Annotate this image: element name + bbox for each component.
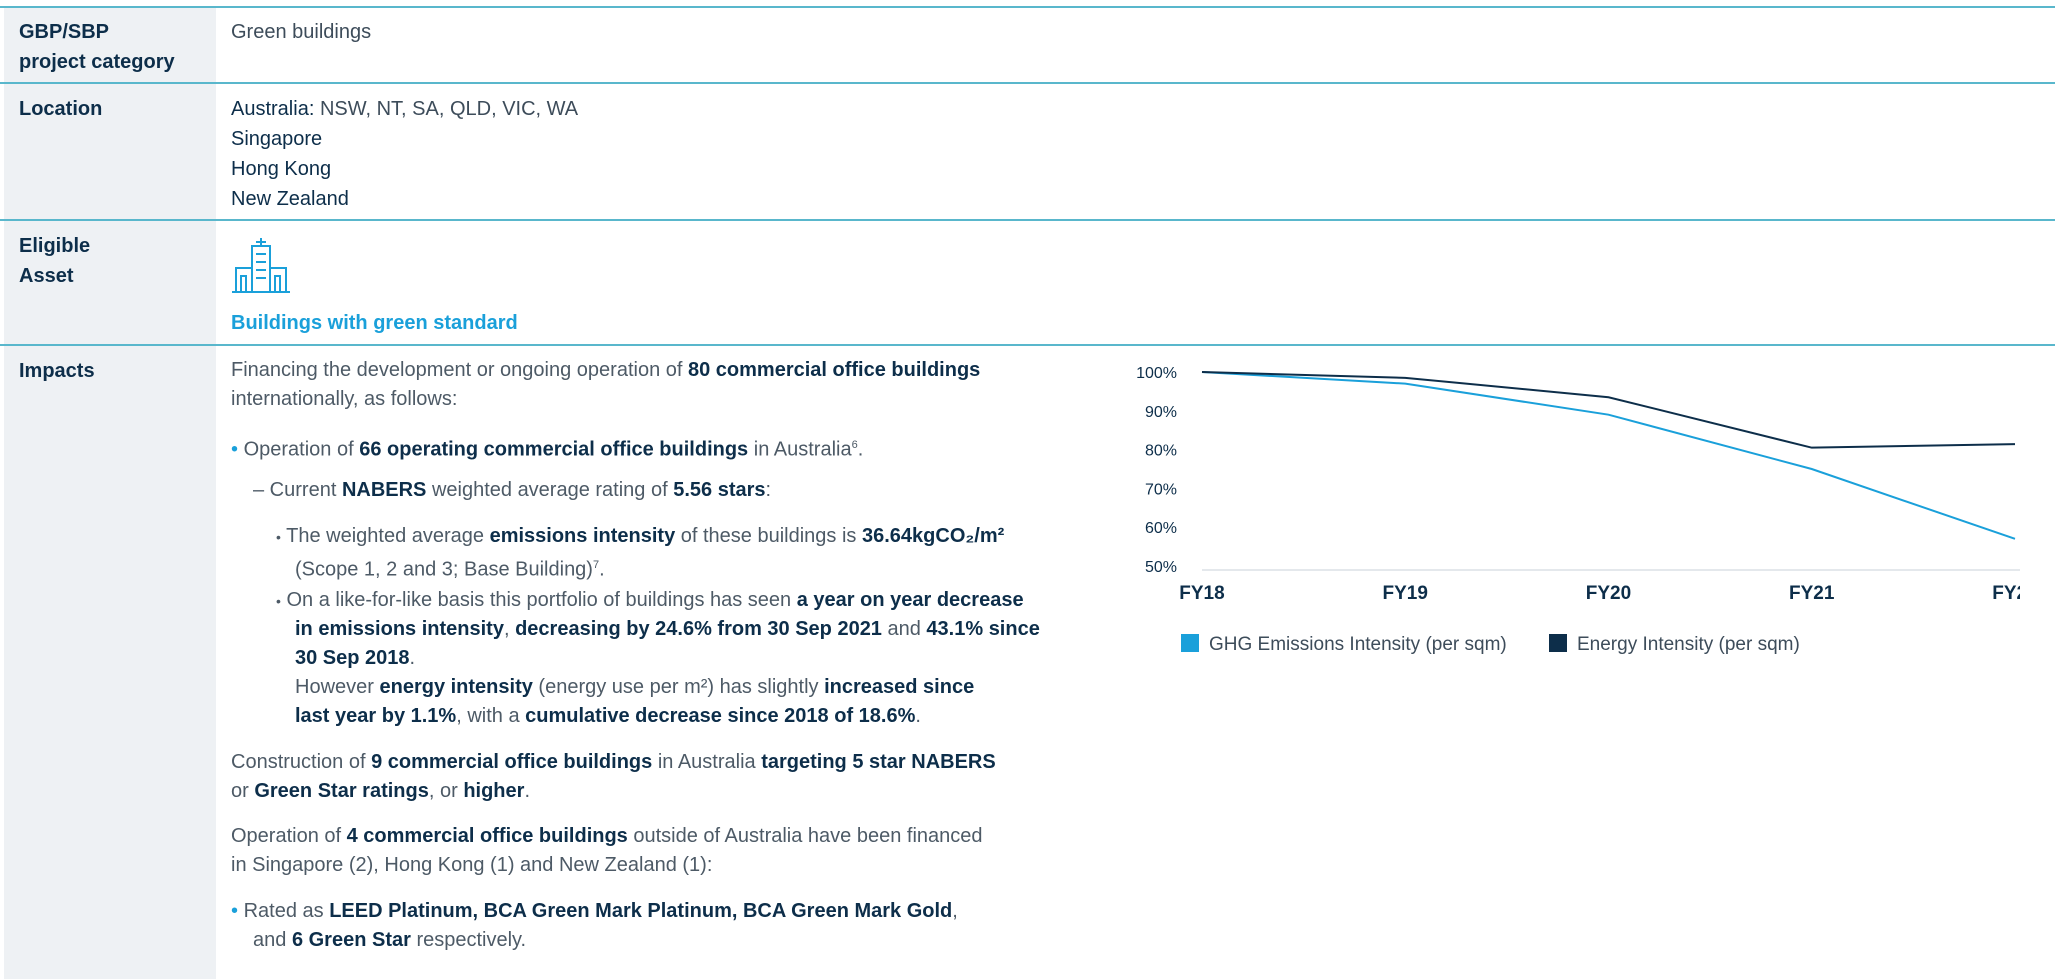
series-lines xyxy=(1201,371,2016,540)
construction-line2: or Green Star ratings, or higher. xyxy=(231,780,530,802)
construction-line1: Construction of 9 commercial office buil… xyxy=(231,751,996,773)
sub-bullet-like-for-like-line1: • On a like-for-like basis this portfoli… xyxy=(276,589,1024,611)
row-divider xyxy=(0,344,2055,346)
row-divider xyxy=(0,82,2055,84)
location-value: Australia: NSW, NT, SA, QLD, VIC, WA Sin… xyxy=(231,94,578,214)
energy-intensity-line xyxy=(1201,371,2016,449)
y-tick-label: 90% xyxy=(1145,404,1177,421)
asset-label-line2: Asset xyxy=(19,265,74,287)
green-buildings-table: GBP/SBP project category Green buildings… xyxy=(0,0,2055,979)
asset-title: Buildings with green standard xyxy=(231,312,518,334)
label-cell-impacts xyxy=(4,346,216,979)
row-divider xyxy=(0,219,2055,221)
category-label-line1: GBP/SBP xyxy=(19,21,110,43)
x-tick-label: FY18 xyxy=(1179,583,1224,604)
australia-states: NSW, NT, SA, QLD, VIC, WA xyxy=(319,98,579,120)
x-tick-label: FY19 xyxy=(1383,583,1428,604)
overseas-line2: in Singapore (2), Hong Kong (1) and New … xyxy=(231,854,713,876)
location-australia: Australia: NSW, NT, SA, QLD, VIC, WA xyxy=(231,94,578,124)
asset-label-line1: Eligible xyxy=(19,235,91,257)
x-axis-ticks: FY18 FY19 FY20 FY21 FY22 xyxy=(1179,583,2020,604)
ratings-line1: • Rated as LEED Platinum, BCA Green Mark… xyxy=(231,900,958,922)
y-tick-label: 80% xyxy=(1145,443,1177,460)
australia-prefix: Australia: xyxy=(231,98,315,120)
legend-ghg: GHG Emissions Intensity (per sqm) xyxy=(1181,634,1507,656)
location-hong-kong: Hong Kong xyxy=(231,158,332,180)
impacts-label: Impacts xyxy=(19,360,95,382)
sub-bullet-emissions-line2: (Scope 1, 2 and 3; Base Building)7. xyxy=(295,558,605,581)
location-singapore: Singapore xyxy=(231,128,323,150)
sub-bullet-energy-line1: However energy intensity (energy use per… xyxy=(295,676,975,698)
legend-energy: Energy Intensity (per sqm) xyxy=(1549,634,1800,656)
row-divider xyxy=(0,6,2055,8)
legend-swatch-ghg xyxy=(1181,634,1199,652)
y-tick-label: 70% xyxy=(1145,481,1177,498)
sub-bullet-like-for-like-line3: 30 Sep 2018. xyxy=(295,647,416,669)
sub-bullet-energy-line2: last year by 1.1%, with a cumulative dec… xyxy=(295,705,921,727)
category-label-line2: project category xyxy=(19,51,175,73)
y-tick-label: 100% xyxy=(1136,365,1177,382)
dash-nabers: – Current NABERS weighted average rating… xyxy=(253,479,772,501)
ratings-line2: and 6 Green Star respectively. xyxy=(253,929,527,951)
sub-bullet-like-for-like-line2: in emissions intensity, decreasing by 24… xyxy=(295,618,1040,640)
impacts-para1-line1: Financing the development or ongoing ope… xyxy=(231,359,981,381)
overseas-line1: Operation of 4 commercial office buildin… xyxy=(231,825,983,847)
y-tick-label: 50% xyxy=(1145,559,1177,576)
x-tick-label: FY22 xyxy=(1992,583,2020,604)
asset-label: Eligible Asset xyxy=(19,231,90,291)
y-axis-ticks: 100% 90% 80% 70% 60% 50% xyxy=(1136,365,1177,576)
location-new-zealand: New Zealand xyxy=(231,188,349,210)
intensity-line-chart: 100% 90% 80% 70% 60% 50% FY18 FY19 FY20 FY21 FY22 xyxy=(1136,365,2020,604)
category-value: Green buildings xyxy=(231,21,372,43)
bullet-operation: • Operation of 66 operating commercial o… xyxy=(231,438,864,461)
location-label: Location xyxy=(19,98,103,120)
x-tick-label: FY20 xyxy=(1586,583,1631,604)
impacts-para1-line2: internationally, as follows: xyxy=(231,388,458,410)
sub-bullet-emissions-line1: • The weighted average emissions intensi… xyxy=(276,525,1005,547)
legend-swatch-energy xyxy=(1549,634,1567,652)
category-label: GBP/SBP project category xyxy=(19,17,175,77)
legend-label-energy: Energy Intensity (per sqm) xyxy=(1577,634,1800,655)
building-icon xyxy=(232,238,290,293)
legend-label-ghg: GHG Emissions Intensity (per sqm) xyxy=(1209,634,1507,655)
x-tick-label: FY21 xyxy=(1789,583,1835,604)
y-tick-label: 60% xyxy=(1145,520,1177,537)
